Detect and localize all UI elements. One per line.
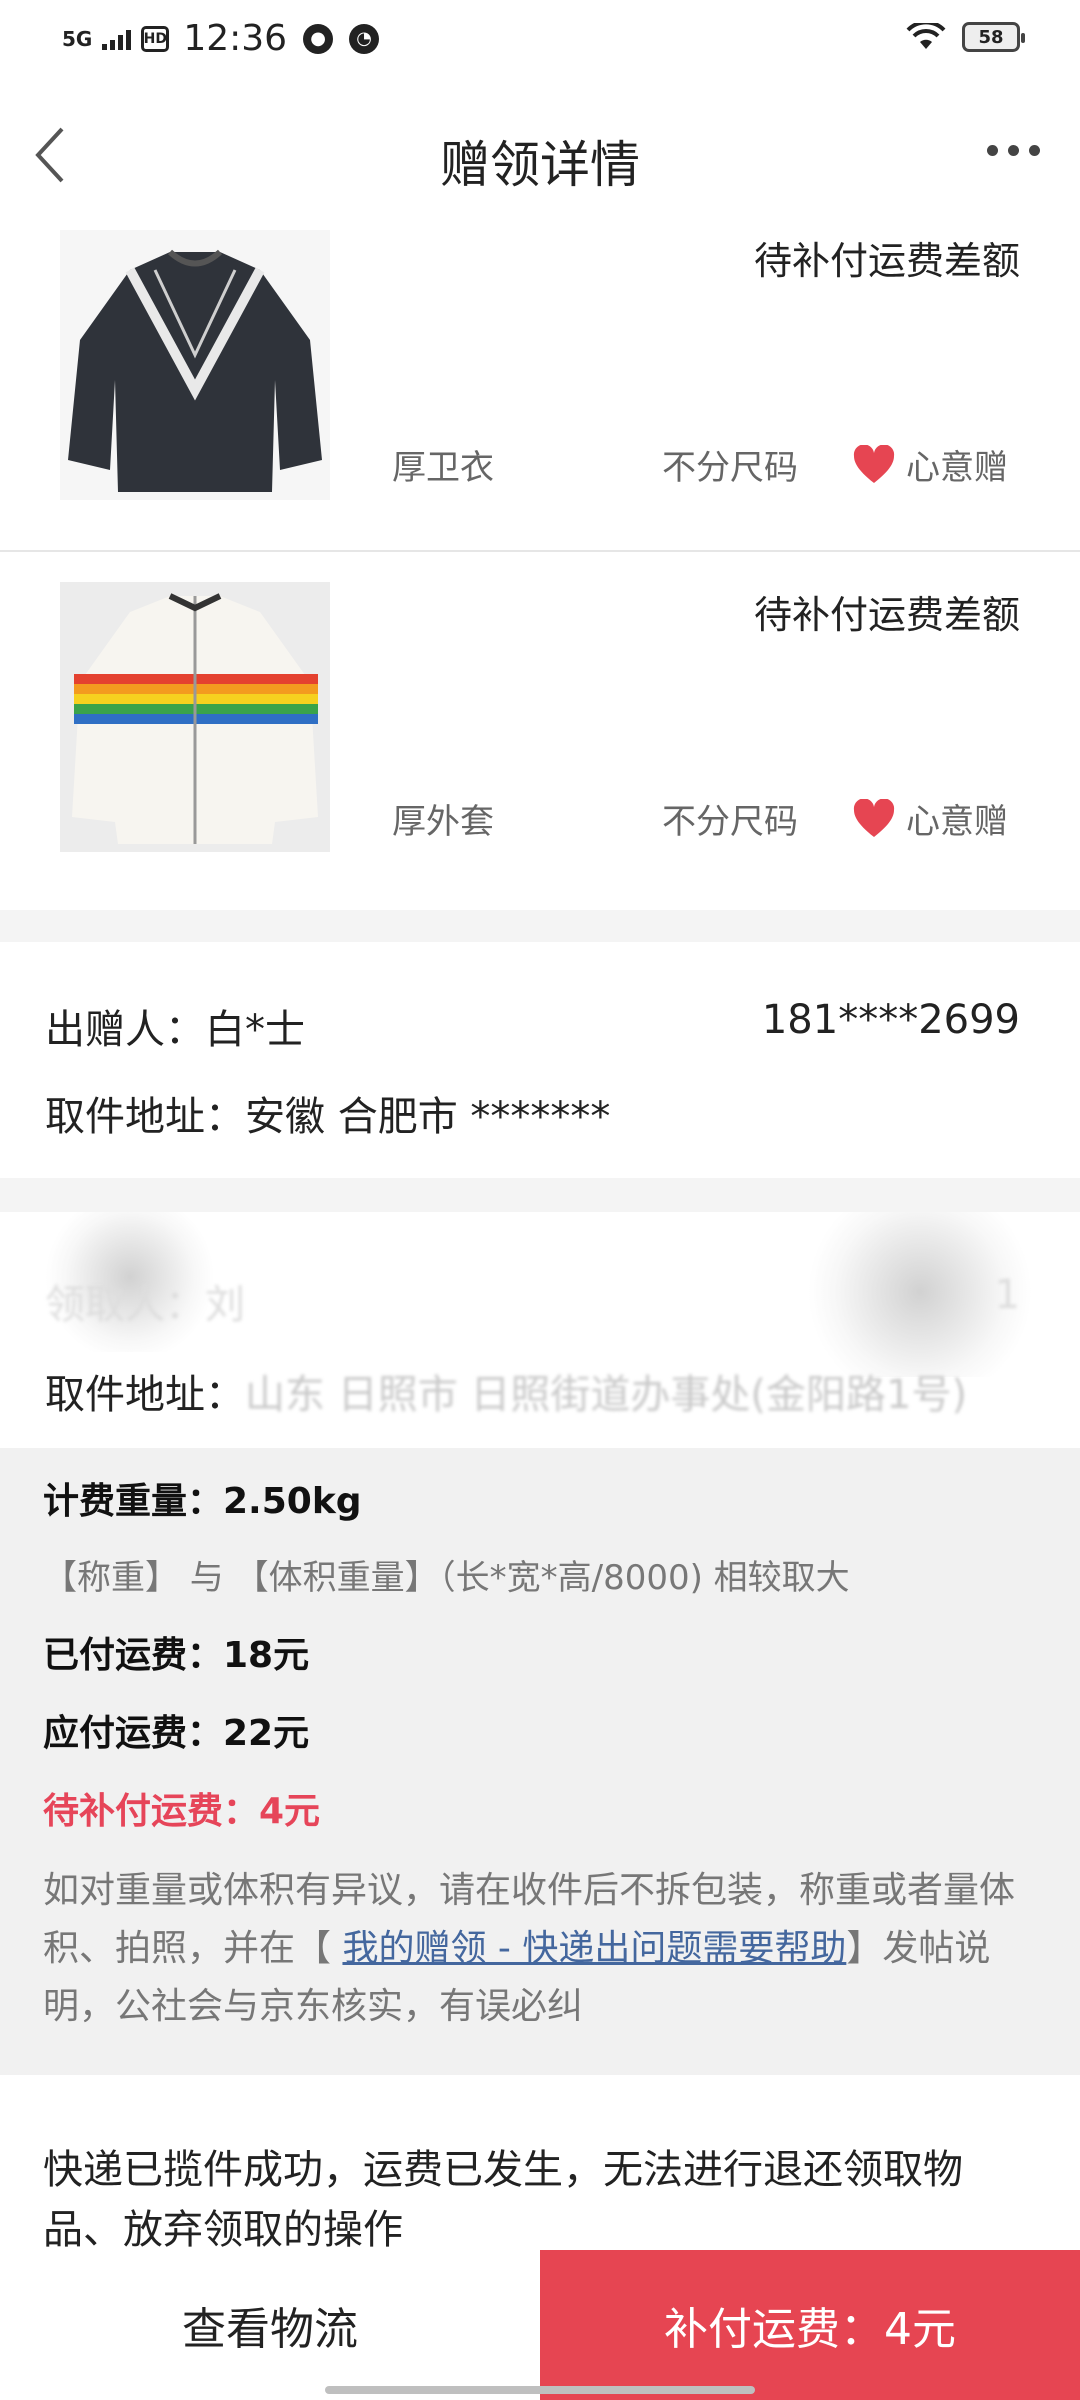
dot-icon [1029, 145, 1040, 156]
wifi-icon [906, 23, 946, 49]
wechat-icon: ● [303, 23, 334, 54]
giver-phone: 181****2699 [761, 997, 1020, 1043]
section-separator [0, 1178, 1080, 1212]
sweatshirt-image [60, 230, 330, 500]
status-left: 5G HD 12:36 ● ◔ [62, 18, 380, 59]
view-logistics-button[interactable]: 查看物流 [0, 2250, 540, 2400]
compass-icon: ◔ [349, 23, 380, 54]
pickup-notice: 快递已揽件成功，运费已发生，无法进行退还领取物品、放弃领取的操作 [43, 2147, 963, 2253]
nav-bar: 赠领详情 [0, 80, 1080, 230]
network-label: 5G [62, 26, 93, 51]
item-thumbnail [60, 582, 330, 852]
item-size: 不分尺码 [662, 802, 798, 842]
receiver-phone: 1 [994, 1272, 1020, 1318]
item-type-badge: 心意赠 [852, 794, 1008, 843]
receiver-name: 领取人：刘 [45, 1282, 245, 1328]
item-name: 厚卫衣 [392, 448, 494, 488]
receiver-address: 取件地址：山东 日照市 日照街道办事处(金阳路1号) [45, 1362, 967, 1420]
signal-icon [102, 28, 132, 50]
receiver-address-label: 取件地址： [45, 1372, 245, 1418]
item-status: 待补付运费差额 [753, 239, 1020, 283]
hd-icon: HD [141, 25, 170, 52]
giver-address: 取件地址：安徽 合肥市 ******* [45, 1084, 610, 1142]
item-name: 厚外套 [392, 802, 494, 842]
more-options-button[interactable] [987, 145, 1040, 156]
clock: 12:36 [183, 18, 288, 59]
item-size: 不分尺码 [662, 448, 798, 488]
gift-item[interactable]: 待补付运费差额 厚外套 不分尺码 心意赠 [0, 552, 1080, 902]
weight-rule: 【称重】 与 【体积重量】（长*宽*高/8000) 相较取大 [43, 1558, 850, 1598]
pay-shipping-button[interactable]: 补付运费：4元 [540, 2250, 1080, 2400]
item-type-label: 心意赠 [906, 802, 1008, 842]
payable-fee: 应付运费：22元 [43, 1713, 310, 1754]
giver-name: 出赠人：白*士 [45, 1007, 305, 1053]
page-title: 赠领详情 [440, 136, 640, 194]
jacket-image [60, 582, 330, 852]
section-separator [0, 910, 1080, 942]
giver-address-value: 安徽 合肥市 ******* [245, 1094, 611, 1140]
pending-fee: 待补付运费：4元 [43, 1791, 321, 1832]
receiver-address-value: 山东 日照市 日照街道办事处(金阳路1号) [245, 1372, 968, 1418]
help-link[interactable]: 我的赠领 - 快递出问题需要帮助 [342, 1928, 846, 1969]
status-bar: 5G HD 12:36 ● ◔ 58 [0, 0, 1080, 80]
dot-icon [1008, 145, 1019, 156]
gift-item[interactable]: 待补付运费差额 厚卫衣 不分尺码 心意赠 [0, 210, 1080, 550]
dispute-note: 如对重量或体积有异议，请在收件后不拆包装，称重或者量体积、拍照，并在【 我的赠领… [43, 1862, 1020, 2036]
heart-icon [853, 444, 895, 483]
paid-fee: 已付运费：18元 [43, 1635, 310, 1676]
item-thumbnail [60, 230, 330, 500]
status-right: 58 [906, 22, 1025, 52]
giver-address-label: 取件地址： [45, 1094, 245, 1140]
battery-icon: 58 [962, 22, 1025, 52]
heart-icon [853, 798, 895, 837]
bottom-action-bar: 查看物流 补付运费：4元 [0, 2250, 1080, 2400]
dot-icon [987, 145, 998, 156]
item-type-badge: 心意赠 [852, 440, 1008, 489]
receiver-section: 领取人：刘 1 取件地址：山东 日照市 日照街道办事处(金阳路1号) [0, 1212, 1080, 1448]
item-status: 待补付运费差额 [753, 593, 1020, 637]
shipping-fee-panel: 计费重量：2.50kg 【称重】 与 【体积重量】（长*宽*高/8000) 相较… [0, 1448, 1080, 2075]
home-indicator[interactable] [325, 2386, 755, 2394]
billing-weight: 计费重量：2.50kg [43, 1481, 362, 1522]
giver-section: 出赠人：白*士 181****2699 取件地址：安徽 合肥市 ******* [0, 942, 1080, 1178]
item-type-label: 心意赠 [906, 448, 1008, 488]
